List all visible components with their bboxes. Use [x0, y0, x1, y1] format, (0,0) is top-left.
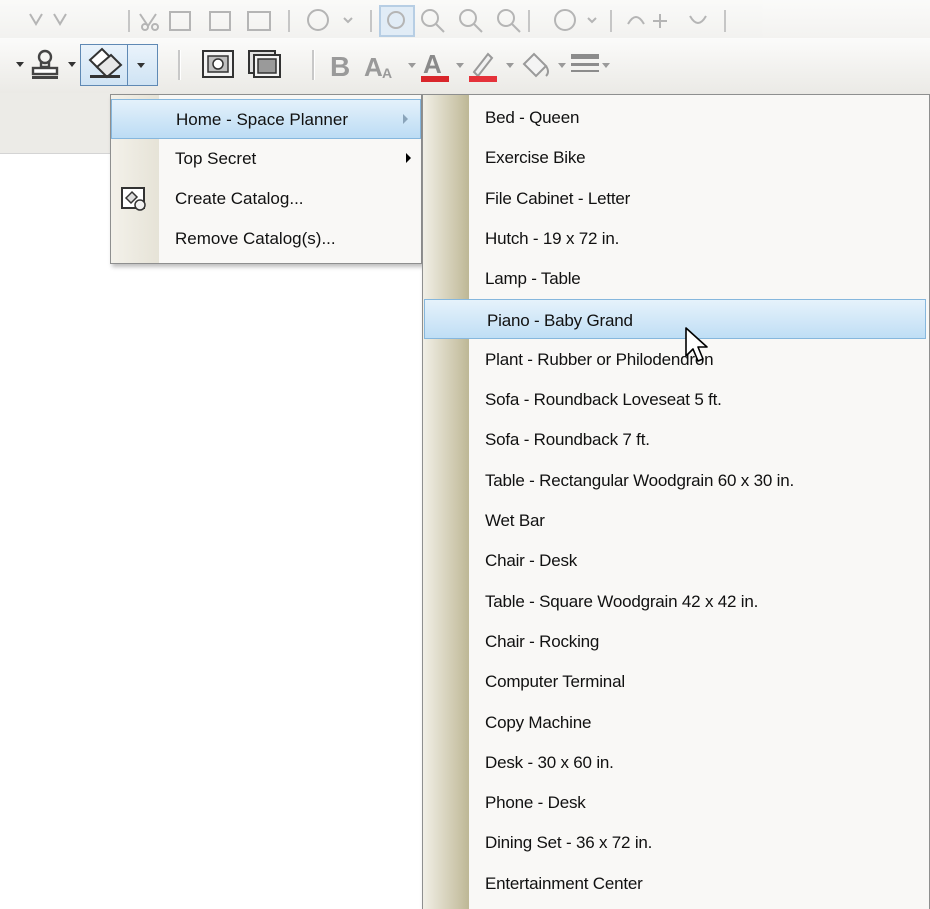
- submenu-item[interactable]: Entertainment Center: [423, 863, 927, 903]
- submenu-item[interactable]: Table - Square Woodgrain 42 x 42 in.: [423, 581, 927, 621]
- submenu-item-label: Hutch - 19 x 72 in.: [485, 228, 620, 248]
- chevron-down-icon[interactable]: [408, 63, 416, 68]
- menu-item-label: Remove Catalog(s)...: [175, 229, 336, 248]
- format-toolbar: B A A A: [0, 38, 930, 94]
- submenu-item-label: Piano - Baby Grand: [487, 310, 633, 330]
- menu-item-label: Create Catalog...: [175, 189, 304, 208]
- chevron-down-icon[interactable]: [456, 63, 464, 68]
- submenu-item-label: Sofa - Roundback 7 ft.: [485, 430, 650, 450]
- space-planner-submenu: Bed - Queen Exercise Bike File Cabinet - L…: [422, 94, 930, 909]
- font-color-icon[interactable]: A: [418, 46, 452, 84]
- submenu-item[interactable]: Sofa - Roundback Loveseat 5 ft.: [423, 379, 927, 419]
- submenu-item-label: Sofa - Roundback Loveseat 5 ft.: [485, 390, 722, 410]
- chevron-down-icon[interactable]: [602, 63, 610, 68]
- chevron-down-icon[interactable]: [506, 63, 514, 68]
- bold-icon[interactable]: B: [326, 48, 360, 82]
- menu-item-remove-catalogs[interactable]: Remove Catalog(s)...: [111, 219, 421, 259]
- line-style-icon[interactable]: [568, 48, 602, 82]
- submenu-item[interactable]: File Cabinet - Letter: [423, 178, 927, 218]
- submenu-arrow-icon: [406, 153, 411, 163]
- submenu-item-label: Dining Set - 36 x 72 in.: [485, 833, 653, 853]
- submenu-item-label: Copy Machine: [485, 712, 592, 732]
- snapshot-copy-icon[interactable]: [246, 48, 282, 80]
- svg-text:A: A: [364, 52, 383, 82]
- faded-toolbar-icons: [29, 5, 726, 37]
- chevron-down-icon[interactable]: [16, 62, 24, 67]
- chevron-down-icon[interactable]: [137, 63, 145, 68]
- submenu-item-label: Plant - Rubber or Philodendron: [485, 349, 714, 369]
- submenu-item[interactable]: Phone - Desk: [423, 782, 927, 822]
- submenu-item-label: Phone - Desk: [485, 793, 586, 813]
- submenu-item-label: Table - Rectangular Woodgrain 60 x 30 in…: [485, 470, 795, 490]
- submenu-item[interactable]: Plant - Rubber or Philodendron: [423, 339, 927, 379]
- toolbar-separator: [312, 50, 315, 80]
- submenu-item[interactable]: Table - Rectangular Woodgrain 60 x 30 in…: [423, 460, 927, 500]
- menu-item-label: Top Secret: [175, 149, 257, 168]
- submenu-item-label: Desk - 30 x 60 in.: [485, 752, 614, 772]
- catalog-menu: Home - Space Planner Top Secret Create C…: [110, 94, 422, 264]
- submenu-item-label: Wet Bar: [485, 511, 545, 530]
- submenu-item-label: Bed - Queen: [485, 108, 580, 127]
- submenu-item[interactable]: Sofa - Roundback 7 ft.: [423, 419, 927, 459]
- menu-item-home-space-planner[interactable]: Home - Space Planner: [111, 99, 421, 139]
- submenu-item[interactable]: Hutch - 19 x 72 in.: [423, 218, 927, 258]
- submenu-item[interactable]: Bed - Queen: [423, 97, 927, 137]
- submenu-item[interactable]: Wet Bar: [423, 500, 927, 540]
- catalog-symbol-button[interactable]: [80, 44, 158, 86]
- svg-text:B: B: [330, 51, 350, 82]
- submenu-item-label: Chair - Desk: [485, 551, 578, 571]
- submenu-item[interactable]: Lamp - Table: [423, 258, 927, 298]
- snapshot-icon[interactable]: [200, 48, 236, 80]
- toolbar-row-top: [0, 0, 930, 38]
- stamp-icon[interactable]: [28, 48, 62, 82]
- toolbar-separator: [178, 50, 181, 80]
- submenu-item-label: Exercise Bike: [485, 148, 586, 168]
- menu-item-top-secret[interactable]: Top Secret: [111, 139, 421, 179]
- menu-item-label: Home - Space Planner: [176, 110, 348, 129]
- submenu-item[interactable]: Exercise Bike: [423, 137, 927, 177]
- submenu-item-label: Lamp - Table: [485, 269, 581, 289]
- submenu-item[interactable]: Desk - 30 x 60 in.: [423, 742, 927, 782]
- mouse-cursor-icon: [685, 327, 708, 362]
- font-size-icon[interactable]: A A: [362, 48, 404, 82]
- menu-item-create-catalog[interactable]: Create Catalog...: [111, 179, 421, 219]
- submenu-item-label: File Cabinet - Letter: [485, 188, 631, 208]
- catalog-symbol-icon: [88, 47, 123, 79]
- submenu-item-label: Chair - Rocking: [485, 631, 600, 651]
- submenu-item[interactable]: Copy Machine: [423, 702, 927, 742]
- submenu-item[interactable]: Piano - Baby Grand: [424, 298, 926, 339]
- submenu-arrow-icon: [403, 114, 408, 124]
- submenu-item[interactable]: Chair - Desk: [423, 540, 927, 580]
- svg-text:A: A: [382, 65, 392, 81]
- split-divider: [127, 45, 128, 85]
- catalog-icon: [121, 187, 146, 211]
- fill-color-icon[interactable]: [516, 46, 552, 84]
- chevron-down-icon[interactable]: [68, 62, 76, 67]
- submenu-item-label: Entertainment Center: [485, 873, 643, 893]
- submenu-item-label: Computer Terminal: [485, 672, 625, 692]
- submenu-item[interactable]: Chair - Rocking: [423, 621, 927, 661]
- submenu-item-label: Table - Square Woodgrain 42 x 42 in.: [485, 591, 759, 611]
- svg-text:A: A: [423, 49, 442, 79]
- submenu-item[interactable]: Computer Terminal: [423, 661, 927, 701]
- submenu-item[interactable]: Dining Set - 36 x 72 in.: [423, 822, 927, 862]
- line-color-icon[interactable]: [466, 46, 500, 84]
- chevron-down-icon[interactable]: [558, 63, 566, 68]
